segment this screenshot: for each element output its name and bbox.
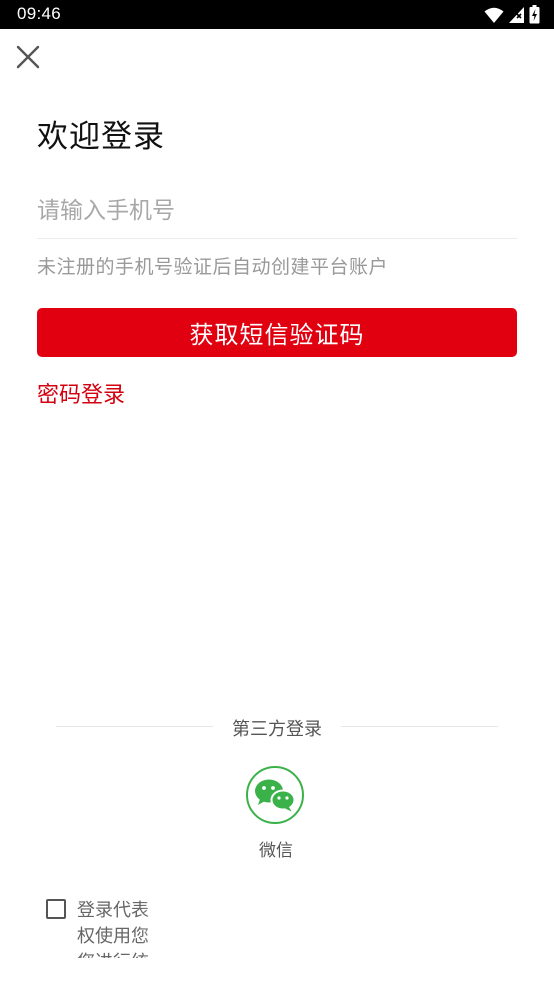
agreement-fade	[140, 895, 220, 965]
wechat-icon	[255, 779, 296, 812]
status-time: 09:46	[17, 4, 62, 23]
divider-line-right	[341, 726, 498, 727]
get-sms-code-button[interactable]: 获取短信验证码	[37, 308, 517, 357]
page-title: 欢迎登录	[37, 119, 165, 155]
battery-icon	[529, 5, 540, 24]
signal-icon	[509, 6, 524, 23]
status-bar: 09:46	[0, 0, 554, 29]
input-divider	[37, 238, 517, 239]
wechat-login-button[interactable]	[246, 766, 304, 824]
third-party-label: 第三方登录	[232, 719, 322, 740]
status-icons	[484, 5, 540, 24]
third-party-divider: 第三方登录	[56, 713, 498, 741]
wifi-icon	[484, 7, 504, 23]
register-hint: 未注册的手机号验证后自动创建平台账户	[37, 256, 389, 278]
close-icon	[16, 45, 40, 69]
phone-input[interactable]	[37, 186, 517, 236]
password-login-link[interactable]: 密码登录	[37, 377, 125, 409]
close-button[interactable]	[12, 41, 44, 73]
agreement-checkbox[interactable]	[46, 899, 66, 919]
bottom-edge	[0, 958, 554, 984]
wechat-label: 微信	[259, 841, 293, 861]
